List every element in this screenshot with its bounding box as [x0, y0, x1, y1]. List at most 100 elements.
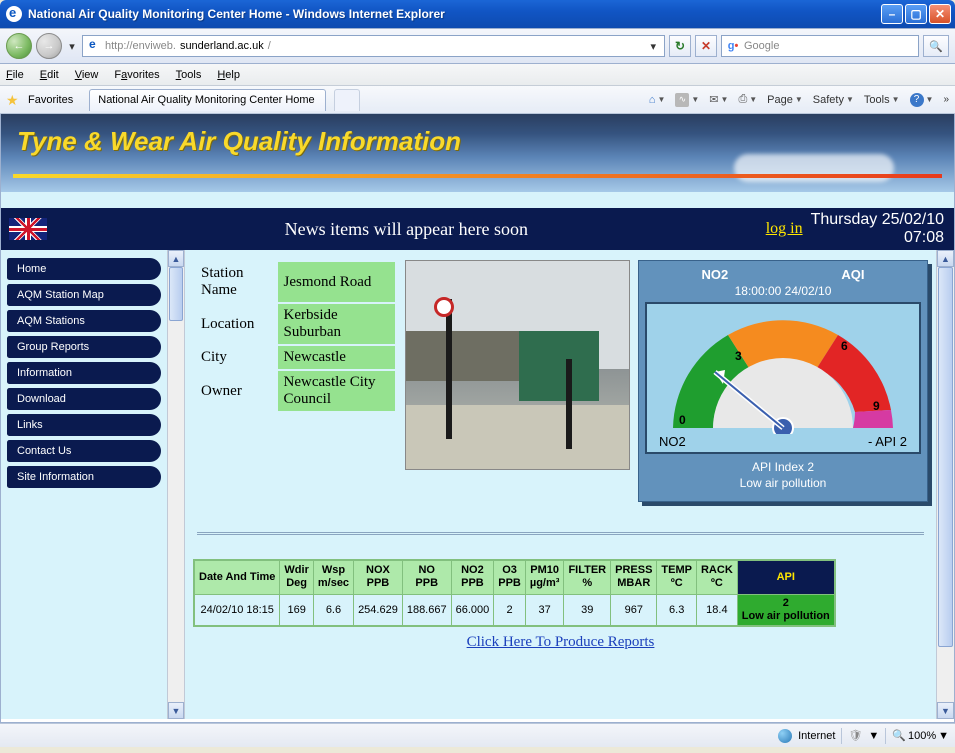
url-path: /: [268, 40, 271, 52]
menu-view[interactable]: View: [75, 69, 99, 81]
back-button[interactable]: ←: [6, 33, 32, 59]
browser-statusbar: Internet 🛡 ▼ 🔍 100% ▼: [0, 723, 955, 747]
aqi-gauge-card: NO2 AQI 18:00:00 24/02/10: [638, 260, 928, 502]
nav-history-dropdown[interactable]: ▾: [66, 40, 78, 53]
gauge-title-left: NO2: [702, 267, 729, 282]
cell-api: 2Low air pollution: [737, 594, 834, 625]
login-link[interactable]: log in: [766, 220, 803, 238]
search-button[interactable]: 🔍: [923, 35, 949, 57]
help-icon: ?: [910, 93, 924, 107]
search-provider-label: Google: [744, 40, 779, 52]
menu-edit[interactable]: Edit: [40, 69, 59, 81]
cell-datetime: 24/02/10 18:15: [195, 594, 280, 625]
window-maximize-button[interactable]: ▢: [905, 4, 927, 24]
svg-text:3: 3: [735, 349, 742, 363]
favorites-star-icon[interactable]: ★: [6, 92, 22, 108]
page-scroll-up-icon[interactable]: ▲: [937, 250, 954, 267]
zoom-control[interactable]: 🔍 100% ▼: [892, 729, 949, 742]
cell-nox: 254.629: [354, 594, 403, 625]
cmd-print-button[interactable]: ⎙▼: [738, 93, 757, 106]
table-header-row: Date And Time WdirDeg Wspm/sec NOXPPB NO…: [195, 561, 835, 594]
label-location: Location: [195, 304, 276, 344]
station-info-table: Station Name Jesmond Road Location Kerbs…: [193, 260, 397, 413]
produce-reports-link[interactable]: Click Here To Produce Reports: [193, 634, 928, 651]
browser-menubar: File Edit View Favorites Tools Help: [0, 64, 955, 86]
cmd-page-menu[interactable]: Page ▼: [767, 94, 803, 106]
th-api: API: [737, 561, 834, 594]
cmd-overflow-button[interactable]: »: [943, 94, 949, 105]
label-owner: Owner: [195, 371, 276, 411]
th-datetime: Date And Time: [195, 561, 280, 594]
browser-tab-active[interactable]: National Air Quality Monitoring Center H…: [89, 89, 325, 111]
value-owner: Newcastle City Council: [278, 371, 395, 411]
station-photo: [405, 260, 630, 470]
th-press: PRESSMBAR: [611, 561, 657, 594]
cmd-tools-menu[interactable]: Tools ▼: [864, 94, 900, 106]
sidebar-item-information[interactable]: Information: [7, 362, 161, 384]
value-station-name: Jesmond Road: [278, 262, 395, 302]
scroll-down-icon[interactable]: ▼: [168, 702, 184, 719]
main-content: Station Name Jesmond Road Location Kerbs…: [185, 250, 936, 719]
menu-help[interactable]: Help: [217, 69, 240, 81]
section-divider: [197, 532, 924, 535]
sidebar-item-site-info[interactable]: Site Information: [7, 466, 161, 488]
page-scroll-down-icon[interactable]: ▼: [937, 702, 954, 719]
sidebar-item-group-reports[interactable]: Group Reports: [7, 336, 161, 358]
banner-underline: [13, 174, 942, 178]
uk-flag-icon[interactable]: [9, 218, 47, 240]
th-rack: RACKºC: [696, 561, 737, 594]
window-close-button[interactable]: ✕: [929, 4, 951, 24]
scroll-thumb[interactable]: [169, 267, 183, 321]
page-viewport: Tyne & Wear Air Quality Information News…: [0, 114, 955, 723]
value-location: Kerbside Suburban: [278, 304, 395, 344]
sidebar-item-contact[interactable]: Contact Us: [7, 440, 161, 462]
site-banner: Tyne & Wear Air Quality Information: [1, 114, 954, 192]
cmd-feeds-button[interactable]: ∿▼: [675, 93, 699, 107]
address-dropdown-icon[interactable]: ▾: [646, 40, 660, 53]
menu-favorites[interactable]: Favorites: [114, 69, 159, 81]
readings-table-wrap: Date And Time WdirDeg Wspm/sec NOXPPB NO…: [193, 559, 836, 627]
menu-tools[interactable]: Tools: [176, 69, 202, 81]
search-box[interactable]: g• Google: [721, 35, 919, 57]
page-scroll-thumb[interactable]: [938, 267, 953, 647]
browser-command-bar: ★ Favorites National Air Quality Monitor…: [0, 86, 955, 114]
sidebar-item-download[interactable]: Download: [7, 388, 161, 410]
page-scrollbar[interactable]: ▲ ▼: [936, 250, 954, 719]
inner-scrollbar[interactable]: ▲ ▼: [167, 250, 185, 719]
gauge-timestamp: 18:00:00 24/02/10: [645, 284, 921, 298]
th-filter: FILTER%: [564, 561, 611, 594]
sidebar-item-home[interactable]: Home: [7, 258, 161, 280]
cell-rack: 18.4: [696, 594, 737, 625]
cell-no2: 66.000: [451, 594, 494, 625]
th-nox: NOXPPB: [354, 561, 403, 594]
news-bar: News items will appear here soon log in …: [1, 208, 954, 250]
menu-file[interactable]: File: [6, 69, 24, 81]
value-city: Newcastle: [278, 346, 395, 369]
stop-button[interactable]: ✕: [695, 35, 717, 57]
sidebar-item-stations[interactable]: AQM Stations: [7, 310, 161, 332]
new-tab-button[interactable]: [334, 89, 360, 111]
protected-mode-icon[interactable]: 🛡: [848, 729, 862, 742]
cmd-home-button[interactable]: ⌂▼: [649, 94, 666, 106]
mail-icon: ✉: [709, 93, 718, 106]
header-datetime: Thursday 25/02/10 07:08: [811, 211, 954, 246]
site-sidebar: Home AQM Station Map AQM Stations Group …: [1, 250, 167, 719]
refresh-button[interactable]: ↻: [669, 35, 691, 57]
window-minimize-button[interactable]: –: [881, 4, 903, 24]
scroll-up-icon[interactable]: ▲: [168, 250, 184, 267]
readings-table: Date And Time WdirDeg Wspm/sec NOXPPB NO…: [194, 560, 835, 626]
browser-navbar: ← → ▾ http://enviweb.sunderland.ac.uk/ ▾…: [0, 28, 955, 64]
sidebar-item-links[interactable]: Links: [7, 414, 161, 436]
cmd-help-button[interactable]: ?▼: [910, 93, 934, 107]
zoom-value: 100%: [908, 730, 936, 742]
th-o3: O3PPB: [494, 561, 526, 594]
address-bar[interactable]: http://enviweb.sunderland.ac.uk/ ▾: [82, 35, 665, 57]
cmd-safety-menu[interactable]: Safety ▼: [813, 94, 854, 106]
protected-mode-dropdown[interactable]: ▼: [868, 730, 879, 742]
forward-button[interactable]: →: [36, 33, 62, 59]
favorites-label[interactable]: Favorites: [28, 94, 73, 106]
google-icon: g•: [726, 39, 740, 53]
sidebar-item-station-map[interactable]: AQM Station Map: [7, 284, 161, 306]
cmd-readmail-button[interactable]: ✉▼: [709, 93, 728, 106]
cell-temp: 6.3: [657, 594, 697, 625]
